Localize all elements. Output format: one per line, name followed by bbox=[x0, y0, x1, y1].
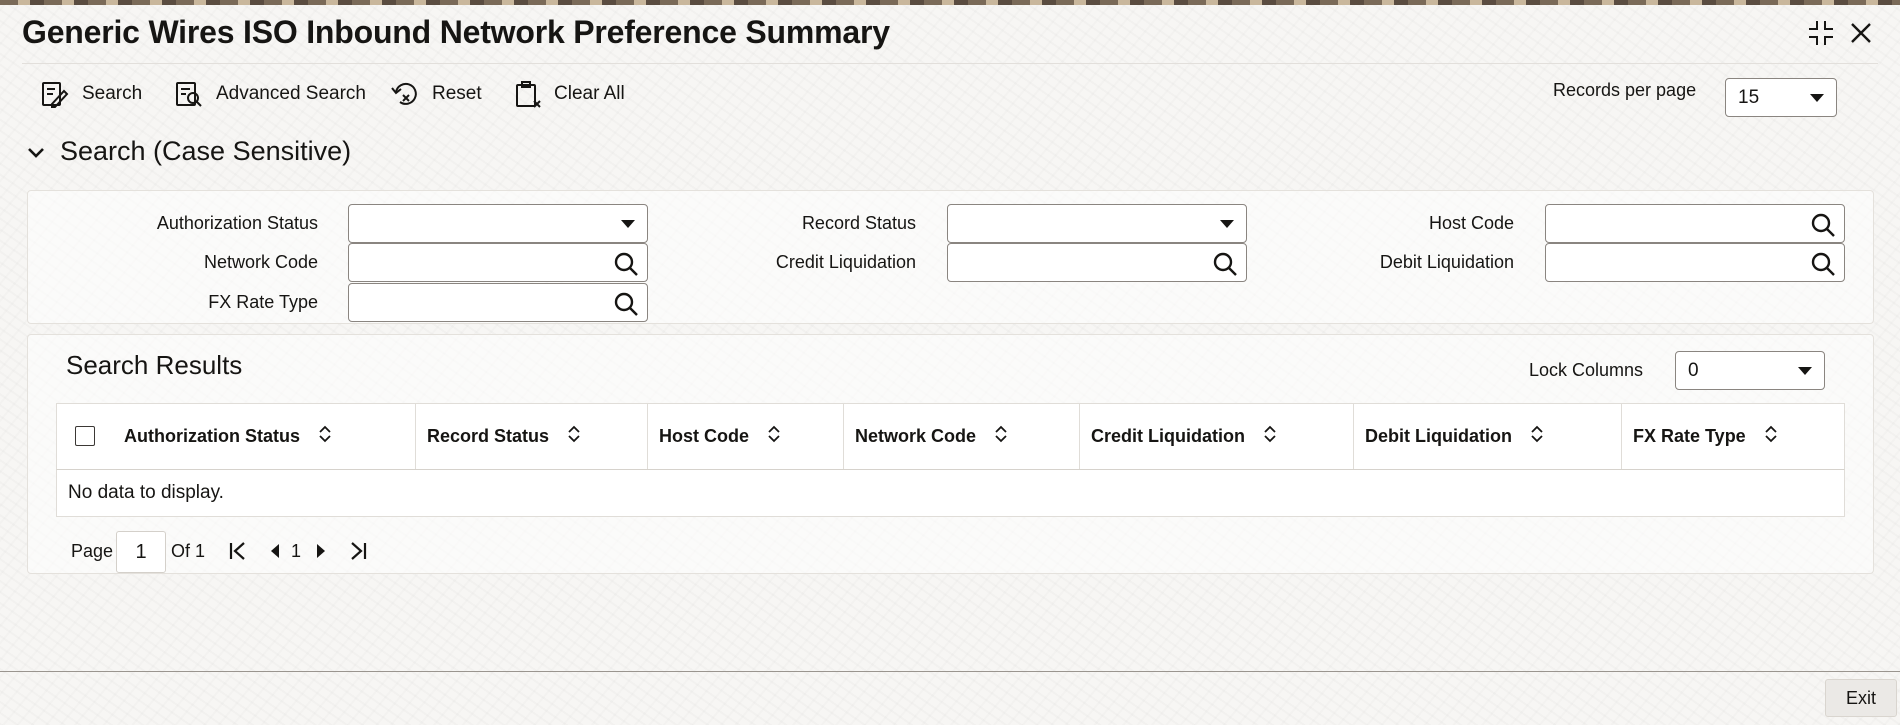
credit-liquidation-label: Credit Liquidation bbox=[775, 252, 916, 272]
column-header-label: Host Code bbox=[659, 426, 749, 446]
select-all-checkbox[interactable] bbox=[75, 426, 95, 446]
maximize-icon[interactable] bbox=[1804, 16, 1838, 50]
empty-results-message: No data to display. bbox=[56, 470, 1845, 517]
column-header-label: Record Status bbox=[427, 426, 550, 446]
column-record-status[interactable]: Record Status bbox=[415, 404, 647, 469]
network-code-label: Network Code bbox=[203, 252, 318, 272]
search-section-toggle[interactable]: Search (Case Sensitive) bbox=[26, 136, 351, 167]
lock-columns-value: 0 bbox=[1688, 359, 1699, 381]
magnifier-icon[interactable] bbox=[1810, 251, 1836, 282]
column-header-label: Authorization Status bbox=[124, 426, 300, 446]
records-per-page-value: 15 bbox=[1738, 86, 1760, 108]
column-header-label: FX Rate Type bbox=[1633, 426, 1746, 446]
credit-liquidation-input[interactable] bbox=[947, 243, 1247, 282]
reset-button-label: Reset bbox=[432, 83, 482, 104]
clear-all-button-label: Clear All bbox=[554, 83, 625, 104]
previous-page-icon[interactable] bbox=[268, 540, 282, 567]
page-number-input[interactable]: 1 bbox=[116, 531, 166, 573]
column-header-label: Network Code bbox=[855, 426, 977, 446]
advanced-search-icon bbox=[174, 80, 204, 108]
results-table-header: Authorization Status Record Status Host … bbox=[56, 403, 1845, 470]
magnifier-icon[interactable] bbox=[1212, 251, 1238, 282]
search-button-label: Search bbox=[82, 83, 143, 104]
magnifier-icon[interactable] bbox=[613, 291, 639, 322]
magnifier-icon[interactable] bbox=[1810, 212, 1836, 243]
page-label: Page bbox=[71, 540, 114, 561]
column-credit-liquidation[interactable]: Credit Liquidation bbox=[1079, 404, 1353, 469]
chevron-down-icon bbox=[1220, 220, 1234, 228]
lock-columns-label: Lock Columns bbox=[1529, 360, 1644, 380]
record-status-label: Record Status bbox=[801, 213, 916, 233]
footer-divider bbox=[0, 671, 1900, 672]
page-link[interactable]: 1 bbox=[291, 530, 301, 572]
column-debit-liquidation[interactable]: Debit Liquidation bbox=[1353, 404, 1621, 469]
chevron-down-icon bbox=[26, 136, 46, 167]
column-host-code[interactable]: Host Code bbox=[647, 404, 843, 469]
next-page-icon[interactable] bbox=[314, 540, 328, 567]
exit-button[interactable]: Exit bbox=[1825, 679, 1897, 717]
search-icon bbox=[40, 80, 70, 108]
authorization-status-select[interactable] bbox=[348, 204, 648, 243]
page-title: Generic Wires ISO Inbound Network Prefer… bbox=[22, 14, 890, 50]
records-per-page-select[interactable]: 15 bbox=[1725, 78, 1837, 117]
sort-icon[interactable] bbox=[1530, 425, 1544, 448]
column-fx-rate-type[interactable]: FX Rate Type bbox=[1621, 404, 1844, 469]
clear-all-icon bbox=[512, 79, 542, 109]
page-count-label: Of 1 bbox=[171, 540, 206, 561]
column-header-label: Credit Liquidation bbox=[1091, 426, 1245, 446]
search-results-title: Search Results bbox=[66, 350, 243, 380]
lock-columns-select[interactable]: 0 bbox=[1675, 351, 1825, 390]
header-decoration bbox=[0, 0, 1900, 5]
host-code-input[interactable] bbox=[1545, 204, 1845, 243]
search-section-heading: Search (Case Sensitive) bbox=[60, 136, 352, 166]
search-button[interactable]: Search bbox=[40, 76, 142, 112]
last-page-icon[interactable] bbox=[348, 540, 368, 567]
advanced-search-button-label: Advanced Search bbox=[216, 83, 366, 104]
host-code-label: Host Code bbox=[1428, 213, 1514, 233]
column-header-label: Debit Liquidation bbox=[1365, 426, 1512, 446]
sort-icon[interactable] bbox=[1263, 425, 1277, 448]
close-icon[interactable] bbox=[1844, 16, 1878, 50]
reset-button[interactable]: Reset bbox=[390, 76, 482, 112]
clear-all-button[interactable]: Clear All bbox=[512, 76, 625, 112]
first-page-icon[interactable] bbox=[228, 540, 248, 567]
sort-icon[interactable] bbox=[1764, 425, 1778, 448]
chevron-down-icon bbox=[1798, 366, 1812, 375]
sort-icon[interactable] bbox=[567, 425, 581, 448]
fx-rate-type-input[interactable] bbox=[348, 283, 648, 322]
sort-icon[interactable] bbox=[318, 425, 332, 448]
debit-liquidation-label: Debit Liquidation bbox=[1379, 252, 1514, 272]
column-network-code[interactable]: Network Code bbox=[843, 404, 1079, 469]
chevron-down-icon bbox=[621, 220, 635, 228]
advanced-search-button[interactable]: Advanced Search bbox=[174, 76, 366, 112]
record-status-select[interactable] bbox=[947, 204, 1247, 243]
fx-rate-type-label: FX Rate Type bbox=[208, 292, 318, 312]
reset-icon bbox=[390, 80, 420, 108]
title-divider bbox=[22, 63, 1878, 64]
sort-icon[interactable] bbox=[767, 425, 781, 448]
records-per-page-label: Records per page bbox=[1553, 80, 1697, 100]
network-code-input[interactable] bbox=[348, 243, 648, 282]
debit-liquidation-input[interactable] bbox=[1545, 243, 1845, 282]
authorization-status-label: Authorization Status bbox=[156, 213, 318, 233]
magnifier-icon[interactable] bbox=[613, 251, 639, 282]
chevron-down-icon bbox=[1810, 93, 1824, 102]
sort-icon[interactable] bbox=[994, 425, 1008, 448]
